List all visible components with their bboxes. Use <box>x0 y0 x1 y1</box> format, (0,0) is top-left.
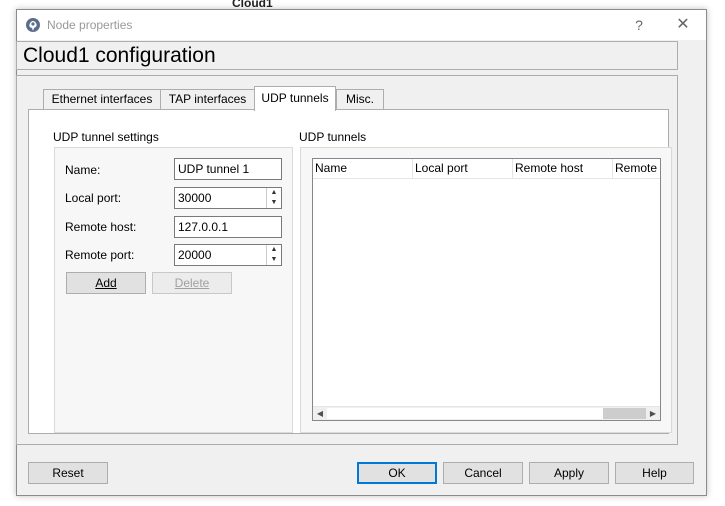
local-port-arrows: ▲ ▼ <box>266 188 281 208</box>
help-title-button[interactable]: ? <box>627 14 651 36</box>
page-title: Cloud1 configuration <box>23 44 216 67</box>
column-header-local-port[interactable]: Local port <box>413 159 513 178</box>
tab-misc[interactable]: Misc. <box>336 89 384 110</box>
configuration-header: Cloud1 configuration <box>16 41 678 70</box>
delete-button[interactable]: Delete <box>152 272 232 294</box>
scroll-right-arrow-icon[interactable]: ▶ <box>646 407 660 420</box>
scrollbar-track[interactable] <box>327 408 603 419</box>
spin-up-arrow-icon[interactable]: ▲ <box>267 245 281 255</box>
remote-host-input[interactable] <box>174 216 282 238</box>
add-button[interactable]: Add <box>66 272 146 294</box>
tab-tap-interfaces[interactable]: TAP interfaces <box>160 89 255 110</box>
help-button[interactable]: Help <box>615 462 694 484</box>
spin-down-arrow-icon[interactable]: ▼ <box>267 255 281 265</box>
remote-host-label: Remote host: <box>65 220 137 234</box>
name-input[interactable] <box>174 158 282 180</box>
remote-port-value: 20000 <box>178 248 212 262</box>
column-header-remote-port[interactable]: Remote <box>613 159 660 178</box>
remote-port-spinbox[interactable]: 20000 ▲ ▼ <box>174 244 282 266</box>
local-port-value: 30000 <box>178 191 212 205</box>
apply-button[interactable]: Apply <box>529 462 609 484</box>
title-bar[interactable]: Node properties ? ✕ <box>17 10 706 40</box>
udp-tunnels-label: UDP tunnels <box>299 130 367 144</box>
spin-up-arrow-icon[interactable]: ▲ <box>267 188 281 198</box>
udp-tunnels-table[interactable]: Name Local port Remote host Remote ◀ ▶ <box>312 158 661 421</box>
tab-ethernet-interfaces[interactable]: Ethernet interfaces <box>43 89 161 110</box>
remote-port-label: Remote port: <box>65 248 135 262</box>
app-icon <box>25 17 41 33</box>
window-title: Node properties <box>47 18 133 32</box>
table-header: Name Local port Remote host Remote <box>313 159 660 179</box>
local-port-spinbox[interactable]: 30000 ▲ ▼ <box>174 187 282 209</box>
reset-button[interactable]: Reset <box>28 462 108 484</box>
close-button[interactable]: ✕ <box>671 14 695 36</box>
horizontal-scrollbar[interactable]: ◀ ▶ <box>313 406 660 420</box>
name-label: Name: <box>65 163 101 177</box>
local-port-label: Local port: <box>65 191 122 205</box>
remote-port-arrows: ▲ ▼ <box>266 245 281 265</box>
scrollbar-thumb[interactable] <box>603 408 646 419</box>
column-header-name[interactable]: Name <box>313 159 413 178</box>
scroll-left-arrow-icon[interactable]: ◀ <box>313 407 327 420</box>
udp-tunnel-settings-label: UDP tunnel settings <box>53 130 159 144</box>
spin-down-arrow-icon[interactable]: ▼ <box>267 198 281 208</box>
cancel-button[interactable]: Cancel <box>443 462 523 484</box>
tab-udp-tunnels[interactable]: UDP tunnels <box>254 86 336 111</box>
ok-button[interactable]: OK <box>357 462 437 484</box>
column-header-remote-host[interactable]: Remote host <box>513 159 613 178</box>
